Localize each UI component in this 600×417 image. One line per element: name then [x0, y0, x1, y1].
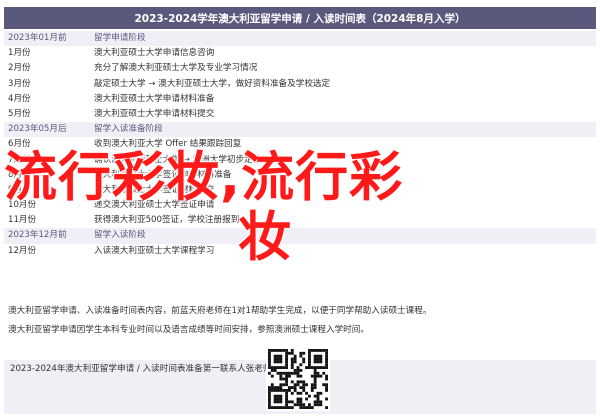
- note-line: 澳大利亚留学申请因学生本科专业时间以及语言成绩等时间安排，参照澳洲硕士课程入学时…: [8, 325, 369, 335]
- row-date: 3月份: [8, 78, 31, 89]
- row-date: 1月份: [8, 48, 31, 59]
- row-date: 9月份: [8, 184, 31, 195]
- section-row: 2023年01月前 留学申请阶段: [4, 31, 596, 47]
- table-row: 3月份 敲定硕士大学 → 澳大利亚硕士大学，做好资料准备及学校选定: [4, 77, 596, 92]
- footer-text: 2023-2024年澳大利亚留学申请 / 入读时间表准备第一联系人张老师：: [10, 364, 281, 374]
- section-row: 2023年12月前 留学入读阶段: [4, 228, 596, 244]
- row-date: 2023年05月后: [8, 124, 67, 135]
- table-row: 11月份 获得澳大利亚500签证，学校注册报到: [4, 213, 596, 228]
- row-description: 澳大利亚硕士大学申请信息咨询: [94, 48, 215, 59]
- row-description: 入读澳大利亚硕士大学课程学习: [94, 245, 215, 256]
- row-date: 7月份: [8, 154, 31, 165]
- row-date: 2月份: [8, 63, 31, 74]
- row-description: 获得澳大利亚500签证，学校注册报到: [94, 215, 240, 226]
- row-description: 澳大利亚硕士大学申请材料准备: [94, 93, 215, 104]
- row-description: 留学申请阶段: [94, 33, 146, 43]
- row-date: 6月份: [8, 139, 31, 150]
- row-date: 10月份: [8, 200, 37, 211]
- row-description: 澳大利亚硕士大学签证材料提交: [94, 184, 215, 195]
- table-row: 8月份 澳大利亚硕士大学签证申请材料准备: [4, 168, 596, 183]
- row-description: 澳大利亚硕士大学申请材料提交: [94, 108, 215, 119]
- row-description: 递交澳大利亚硕士大学签证申请: [94, 200, 215, 211]
- table-row: 5月份 澳大利亚硕士大学申请材料提交: [4, 107, 596, 122]
- table-row: 9月份 澳大利亚硕士大学签证材料提交: [4, 183, 596, 198]
- table-row: 4月份 澳大利亚硕士大学申请材料准备: [4, 92, 596, 107]
- qr-code-image: [266, 347, 330, 411]
- row-description: 留学入读准备阶段: [94, 124, 163, 135]
- row-description: 留学入读阶段: [94, 230, 146, 241]
- timeline-table: 2023年01月前 留学申请阶段 1月份 澳大利亚硕士大学申请信息咨询 2月份 充分了解澳…: [4, 31, 596, 259]
- row-date: 11月份: [8, 215, 37, 226]
- table-row: 1月份 澳大利亚硕士大学申请信息咨询: [4, 46, 596, 61]
- row-date: 2023年01月前: [8, 33, 67, 43]
- row-description: 充分了解澳大利亚硕士大学及专业学习情况: [94, 63, 258, 74]
- row-description: 敲定硕士大学 → 澳大利亚硕士大学，做好资料准备及学校选定: [94, 78, 331, 89]
- row-date: 2023年12月前: [8, 230, 67, 241]
- row-description: 确认澳大利亚硕士大学 → 澳洲大学初步定校: [94, 154, 262, 165]
- document-page: 2023-2024学年澳大利亚留学申请 / 入读时间表（2024年8月入学） 2…: [0, 0, 600, 417]
- table-row: 6月份 收到澳大利亚大学 Offer 结果跟踪回复: [4, 137, 596, 152]
- row-description: 收到澳大利亚大学 Offer 结果跟踪回复: [94, 139, 242, 150]
- table-row: 2月份 充分了解澳大利亚硕士大学及专业学习情况: [4, 61, 596, 76]
- row-date: 8月份: [8, 169, 31, 180]
- table-row: 12月份 入读澳大利亚硕士大学课程学习: [4, 244, 596, 259]
- section-row: 2023年05月后 留学入读准备阶段: [4, 122, 596, 138]
- row-date: 5月份: [8, 108, 31, 119]
- row-date: 4月份: [8, 93, 31, 104]
- table-title: 2023-2024学年澳大利亚留学申请 / 入读时间表（2024年8月入学）: [4, 7, 596, 29]
- note-line: 澳大利亚留学申请、入读准备时间表内容，前蓝天府老师在1对1帮助学生完成，以便于同…: [8, 306, 432, 316]
- table-row: 7月份 确认澳大利亚硕士大学 → 澳洲大学初步定校: [4, 153, 596, 168]
- qr-code-icon: [268, 349, 328, 409]
- row-description: 澳大利亚硕士大学签证申请材料准备: [94, 169, 232, 180]
- table-row: 10月份 递交澳大利亚硕士大学签证申请: [4, 198, 596, 213]
- notes-block: 澳大利亚留学申请、入读准备时间表内容，前蓝天府老师在1对1帮助学生完成，以便于同…: [8, 304, 596, 337]
- row-date: 12月份: [8, 245, 37, 256]
